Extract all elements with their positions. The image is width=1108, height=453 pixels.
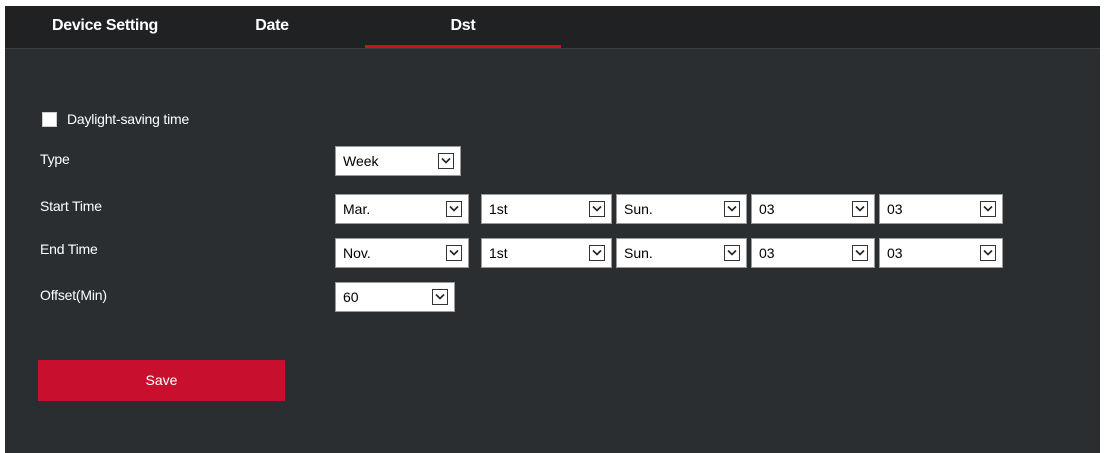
start-day-value: Sun. bbox=[624, 201, 653, 217]
end-day-value: Sun. bbox=[624, 245, 653, 261]
tab-date[interactable]: Date bbox=[227, 6, 317, 48]
start-hour-select[interactable]: 03 bbox=[751, 194, 875, 224]
start-week-select[interactable]: 1st bbox=[481, 194, 612, 224]
chevron-down-icon bbox=[589, 245, 605, 261]
chevron-down-icon bbox=[446, 201, 462, 217]
end-minute-value: 03 bbox=[887, 245, 903, 261]
end-week-select[interactable]: 1st bbox=[481, 238, 612, 268]
start-minute-select[interactable]: 03 bbox=[879, 194, 1003, 224]
start-time-label: Start Time bbox=[40, 198, 102, 214]
type-select[interactable]: Week bbox=[335, 146, 461, 176]
end-week-value: 1st bbox=[489, 245, 508, 261]
end-time-label: End Time bbox=[40, 241, 98, 257]
end-day-select[interactable]: Sun. bbox=[616, 238, 747, 268]
end-minute-select[interactable]: 03 bbox=[879, 238, 1003, 268]
start-month-select[interactable]: Mar. bbox=[335, 194, 469, 224]
start-week-value: 1st bbox=[489, 201, 508, 217]
start-minute-value: 03 bbox=[887, 201, 903, 217]
tab-device-setting[interactable]: Device Setting bbox=[25, 6, 185, 48]
start-month-value: Mar. bbox=[343, 201, 371, 217]
offset-value: 60 bbox=[343, 289, 359, 305]
end-month-select[interactable]: Nov. bbox=[335, 238, 469, 268]
chevron-down-icon bbox=[852, 245, 868, 261]
end-hour-value: 03 bbox=[759, 245, 775, 261]
chevron-down-icon bbox=[432, 289, 448, 305]
start-day-select[interactable]: Sun. bbox=[616, 194, 747, 224]
offset-label: Offset(Min) bbox=[40, 287, 107, 303]
chevron-down-icon bbox=[980, 201, 996, 217]
end-month-value: Nov. bbox=[343, 245, 371, 261]
offset-select[interactable]: 60 bbox=[335, 282, 455, 312]
start-hour-value: 03 bbox=[759, 201, 775, 217]
end-hour-select[interactable]: 03 bbox=[751, 238, 875, 268]
chevron-down-icon bbox=[852, 201, 868, 217]
daylight-saving-row: Daylight-saving time bbox=[42, 110, 189, 128]
type-select-value: Week bbox=[343, 153, 379, 169]
chevron-down-icon bbox=[438, 153, 454, 169]
chevron-down-icon bbox=[446, 245, 462, 261]
chevron-down-icon bbox=[724, 245, 740, 261]
tab-dst[interactable]: Dst bbox=[365, 6, 561, 48]
chevron-down-icon bbox=[724, 201, 740, 217]
daylight-saving-checkbox[interactable] bbox=[42, 111, 57, 127]
daylight-saving-label: Daylight-saving time bbox=[67, 111, 190, 127]
tab-bar: Device Setting Date Dst bbox=[5, 6, 1100, 49]
dst-settings-panel: Device Setting Date Dst Daylight-saving … bbox=[5, 0, 1108, 453]
chevron-down-icon bbox=[589, 201, 605, 217]
right-edge-strip bbox=[1100, 0, 1108, 453]
save-button[interactable]: Save bbox=[38, 360, 285, 401]
type-label: Type bbox=[40, 151, 70, 167]
chevron-down-icon bbox=[980, 245, 996, 261]
